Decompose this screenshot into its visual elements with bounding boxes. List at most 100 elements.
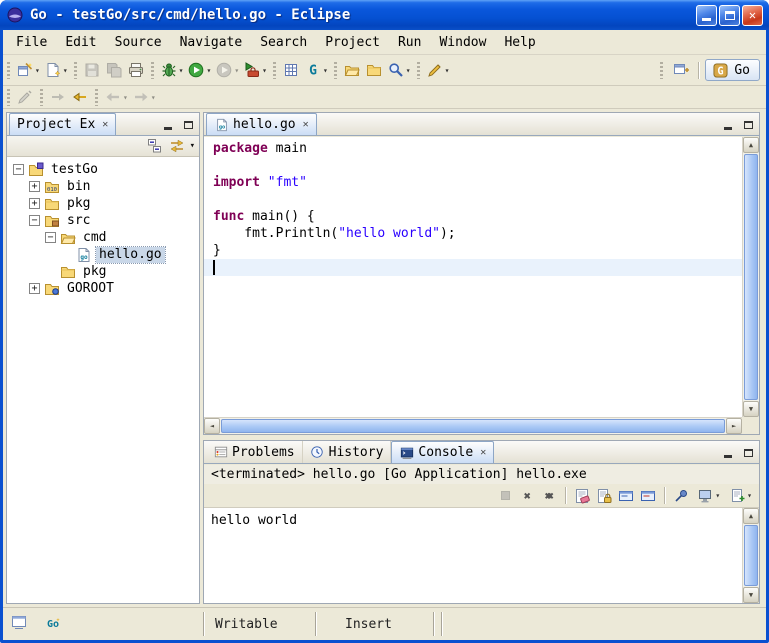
menu-search[interactable]: Search bbox=[251, 33, 316, 52]
search-button[interactable]: ▾ bbox=[385, 58, 413, 82]
forward-button[interactable]: ▾ bbox=[130, 85, 158, 109]
tab-problems[interactable]: Problems bbox=[206, 441, 303, 463]
console-output[interactable]: hello world bbox=[204, 508, 742, 603]
close-tab-icon[interactable]: ✕ bbox=[303, 119, 309, 130]
minimize-view-button[interactable] bbox=[719, 117, 737, 133]
new-wizard-button[interactable]: ▾ bbox=[14, 58, 42, 82]
toolbar-grip[interactable] bbox=[95, 89, 98, 106]
close-view-icon[interactable]: ✕ bbox=[102, 119, 108, 130]
toolbar-grip[interactable] bbox=[417, 62, 420, 79]
collapse-node-icon[interactable]: − bbox=[13, 164, 24, 175]
scroll-left-button[interactable]: ◄ bbox=[204, 418, 220, 434]
minimize-button[interactable] bbox=[696, 5, 717, 26]
annotation-button[interactable]: ▾ bbox=[424, 58, 452, 82]
go-launch-status-icon[interactable]: Go bbox=[45, 615, 63, 635]
scroll-lock-icon[interactable] bbox=[595, 487, 613, 505]
title-bar[interactable]: Go - testGo/src/cmd/hello.go - Eclipse ✕ bbox=[0, 0, 769, 30]
debug-button[interactable]: ▾ bbox=[158, 58, 186, 82]
dropdown-arrow-icon[interactable]: ▾ bbox=[262, 66, 267, 75]
collapse-all-icon[interactable] bbox=[146, 137, 164, 155]
toolbar-grip[interactable] bbox=[151, 62, 154, 79]
minimize-view-button[interactable] bbox=[159, 117, 177, 133]
scroll-up-button[interactable]: ▲ bbox=[743, 508, 759, 524]
code-editor[interactable]: package main import "fmt" func main() { … bbox=[204, 137, 742, 417]
minimize-view-button[interactable] bbox=[719, 445, 737, 461]
editor-horizontal-scrollbar[interactable]: ◄ ► bbox=[204, 417, 742, 434]
toolbar-grip[interactable] bbox=[7, 62, 10, 79]
scrollbar-thumb[interactable] bbox=[744, 154, 758, 400]
collapse-node-icon[interactable]: − bbox=[29, 215, 40, 226]
profile-button[interactable]: ▾ bbox=[213, 58, 241, 82]
toolbar-grip[interactable] bbox=[660, 62, 663, 79]
open-console-button[interactable]: ▾ bbox=[726, 484, 754, 508]
scroll-down-button[interactable]: ▼ bbox=[743, 401, 759, 417]
collapse-node-icon[interactable]: − bbox=[45, 232, 56, 243]
dropdown-arrow-icon[interactable]: ▾ bbox=[63, 66, 68, 75]
menu-source[interactable]: Source bbox=[106, 33, 171, 52]
tab-hello-go[interactable]: go hello.go ✕ bbox=[206, 113, 317, 135]
expand-node-icon[interactable]: + bbox=[29, 283, 40, 294]
dropdown-arrow-icon[interactable]: ▾ bbox=[179, 66, 184, 75]
toolbar-grip[interactable] bbox=[40, 89, 43, 106]
new-go-file-button[interactable]: ▾ bbox=[42, 58, 70, 82]
menu-window[interactable]: Window bbox=[430, 33, 495, 52]
tab-project-explorer[interactable]: Project Ex ✕ bbox=[9, 113, 116, 135]
next-annotation-button[interactable] bbox=[47, 85, 69, 109]
dropdown-arrow-icon[interactable]: ▾ bbox=[715, 491, 720, 500]
close-button[interactable]: ✕ bbox=[742, 5, 763, 26]
tree-item-cmd[interactable]: − cmd bbox=[7, 229, 199, 246]
tree-item-pkg-src[interactable]: pkg bbox=[7, 263, 199, 280]
tab-history[interactable]: History bbox=[303, 441, 392, 463]
save-all-button[interactable] bbox=[103, 58, 125, 82]
editor-vertical-scrollbar[interactable]: ▲ ▼ bbox=[742, 137, 759, 417]
go-perspective-button[interactable]: G Go bbox=[705, 59, 760, 81]
run-button[interactable]: ▾ bbox=[185, 58, 213, 82]
dropdown-arrow-icon[interactable]: ▾ bbox=[151, 93, 156, 102]
menu-help[interactable]: Help bbox=[495, 33, 544, 52]
print-button[interactable] bbox=[125, 58, 147, 82]
open-perspective-button[interactable] bbox=[670, 58, 692, 82]
show-stderr-icon[interactable] bbox=[639, 487, 657, 505]
toolbar-grip[interactable] bbox=[7, 89, 10, 106]
scroll-down-button[interactable]: ▼ bbox=[743, 587, 759, 603]
open-resource-button[interactable] bbox=[341, 58, 363, 82]
maximize-view-button[interactable] bbox=[739, 117, 757, 133]
link-with-editor-icon[interactable] bbox=[168, 137, 186, 155]
scroll-right-button[interactable]: ► bbox=[726, 418, 742, 434]
menu-edit[interactable]: Edit bbox=[56, 33, 105, 52]
dropdown-arrow-icon[interactable]: ▾ bbox=[206, 66, 211, 75]
tree-item-hello-go[interactable]: go hello.go bbox=[7, 246, 199, 263]
external-tools-button[interactable]: ▾ bbox=[241, 58, 269, 82]
dropdown-arrow-icon[interactable]: ▾ bbox=[35, 66, 40, 75]
back-button[interactable]: ▾ bbox=[102, 85, 130, 109]
scrollbar-thumb[interactable] bbox=[221, 419, 725, 433]
go-wizard-button[interactable]: G ▾ bbox=[302, 58, 330, 82]
menu-file[interactable]: File bbox=[7, 33, 56, 52]
dropdown-arrow-icon[interactable]: ▾ bbox=[323, 66, 328, 75]
scrollbar-thumb[interactable] bbox=[744, 525, 758, 586]
clear-console-icon[interactable] bbox=[573, 487, 591, 505]
last-edit-location-button[interactable] bbox=[69, 85, 91, 109]
maximize-view-button[interactable] bbox=[739, 445, 757, 461]
last-edit-pencil-button[interactable] bbox=[14, 85, 36, 109]
view-menu-icon[interactable]: ▾ bbox=[190, 141, 195, 151]
menu-run[interactable]: Run bbox=[389, 33, 430, 52]
remove-all-launches-icon[interactable]: ✖✖ bbox=[540, 487, 558, 505]
display-console-button[interactable]: ▾ bbox=[694, 484, 722, 508]
save-button[interactable] bbox=[81, 58, 103, 82]
terminate-icon[interactable] bbox=[496, 487, 514, 505]
toolbar-grip[interactable] bbox=[74, 62, 77, 79]
menu-project[interactable]: Project bbox=[316, 33, 389, 52]
maximize-button[interactable] bbox=[719, 5, 740, 26]
remove-launch-icon[interactable]: ✖ bbox=[518, 487, 536, 505]
tree-item-src[interactable]: − src bbox=[7, 212, 199, 229]
tree-item-pkg[interactable]: + pkg bbox=[7, 195, 199, 212]
dropdown-arrow-icon[interactable]: ▾ bbox=[445, 66, 450, 75]
tree-item-goroot[interactable]: + GOROOT bbox=[7, 280, 199, 297]
dropdown-arrow-icon[interactable]: ▾ bbox=[234, 66, 239, 75]
console-vertical-scrollbar[interactable]: ▲ ▼ bbox=[742, 508, 759, 603]
fast-view-icon[interactable] bbox=[11, 615, 27, 635]
toolbar-grip[interactable] bbox=[334, 62, 337, 79]
scroll-up-button[interactable]: ▲ bbox=[743, 137, 759, 153]
open-type-button[interactable] bbox=[280, 58, 302, 82]
